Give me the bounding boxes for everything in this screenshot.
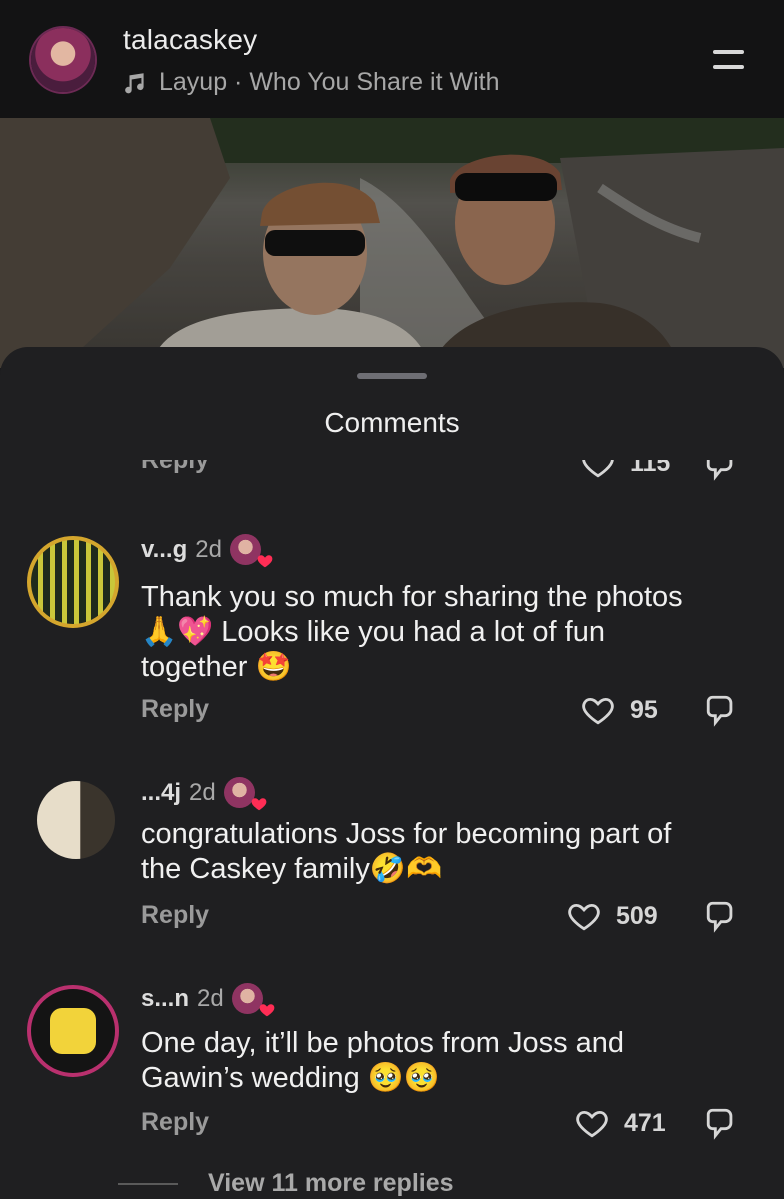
comment-meta: v...g 2d (141, 534, 273, 568)
reply-button[interactable]: Reply (141, 901, 209, 930)
commenter-username[interactable]: v...g (141, 536, 187, 564)
post-photo[interactable] (0, 118, 784, 368)
avatar-logo-icon (50, 1008, 96, 1054)
comment-line: One day, it’ll be photos from Joss and (141, 1027, 625, 1059)
heart-icon (568, 903, 600, 931)
heart-icon (251, 798, 267, 811)
author-liked-badge (229, 534, 273, 568)
like-button[interactable]: 471 (574, 1106, 666, 1140)
commenter-avatar[interactable] (27, 536, 119, 628)
like-button[interactable]: 115 (580, 460, 670, 480)
dislike-icon[interactable] (704, 1105, 738, 1141)
like-button[interactable]: 509 (566, 899, 658, 933)
like-count: 95 (630, 695, 658, 724)
view-more-label: View 11 more replies (208, 1169, 454, 1197)
comment-partial: Reply 115 (0, 460, 784, 486)
song-title: Layup · Who You Share it With (159, 68, 500, 96)
comment-line: together 🤩 (141, 651, 292, 683)
commenter-avatar[interactable] (27, 985, 119, 1077)
comment-line: 🙏💖 Looks like you had a lot of fun (141, 616, 605, 648)
like-count: 471 (624, 1108, 666, 1137)
dislike-icon[interactable] (704, 692, 738, 728)
commenter-avatar[interactable] (37, 781, 115, 859)
comments-list[interactable]: Reply 115 v...g 2d Thank you so much for… (0, 460, 784, 1199)
author-liked-badge (231, 983, 275, 1017)
sheet-drag-handle[interactable] (357, 373, 427, 379)
heart-icon (582, 697, 614, 725)
dislike-icon[interactable] (704, 898, 738, 934)
profile-avatar[interactable] (31, 28, 95, 92)
comment-line: the Caskey family🤣🫶 (141, 853, 443, 885)
comment-line: Gawin’s wedding 🥹🥹 (141, 1062, 440, 1094)
heart-icon (257, 555, 273, 568)
menu-icon[interactable] (713, 48, 744, 74)
comment-meta: s...n 2d (141, 983, 275, 1017)
comment-text: congratulations Joss for becoming part o… (141, 817, 756, 887)
like-button[interactable]: 95 (580, 693, 658, 727)
commenter-username[interactable]: ...4j (141, 779, 181, 807)
author-liked-badge (223, 777, 267, 811)
photo-dim-overlay (0, 118, 784, 368)
comment-time: 2d (189, 778, 216, 806)
comment-time: 2d (195, 535, 222, 563)
commenter-username[interactable]: s...n (141, 985, 189, 1013)
like-count: 115 (630, 460, 671, 477)
reply-button[interactable]: Reply (141, 695, 209, 724)
reply-button[interactable]: Reply (141, 460, 209, 475)
comments-title: Comments (324, 407, 460, 438)
comment-line: congratulations Joss for becoming part o… (141, 818, 672, 850)
divider-line (118, 1182, 178, 1185)
reply-button[interactable]: Reply (141, 1108, 209, 1137)
comment-text: One day, it’ll be photos from Joss and G… (141, 1026, 756, 1096)
heart-icon (576, 1110, 608, 1138)
comment-item: s...n 2d One day, it’ll be photos from J… (0, 980, 784, 1160)
comment-text: Thank you so much for sharing the photos… (141, 580, 756, 685)
top-bar: talacaskey Layup · Who You Share it With (0, 0, 784, 118)
comment-meta: ...4j 2d (141, 777, 267, 811)
comment-time: 2d (197, 984, 224, 1012)
profile-username[interactable]: talacaskey (123, 24, 257, 56)
music-info[interactable]: Layup · Who You Share it With (123, 68, 499, 97)
comment-item: ...4j 2d congratulations Joss for becomi… (0, 775, 784, 955)
like-count: 509 (616, 901, 658, 930)
heart-icon (582, 460, 614, 478)
heart-icon (259, 1004, 275, 1017)
comment-item: v...g 2d Thank you so much for sharing t… (0, 530, 784, 740)
comment-line: Thank you so much for sharing the photos (141, 581, 683, 613)
dislike-icon[interactable] (704, 460, 738, 482)
view-more-replies[interactable]: View 11 more replies (118, 1169, 454, 1198)
music-note-icon (125, 72, 144, 93)
